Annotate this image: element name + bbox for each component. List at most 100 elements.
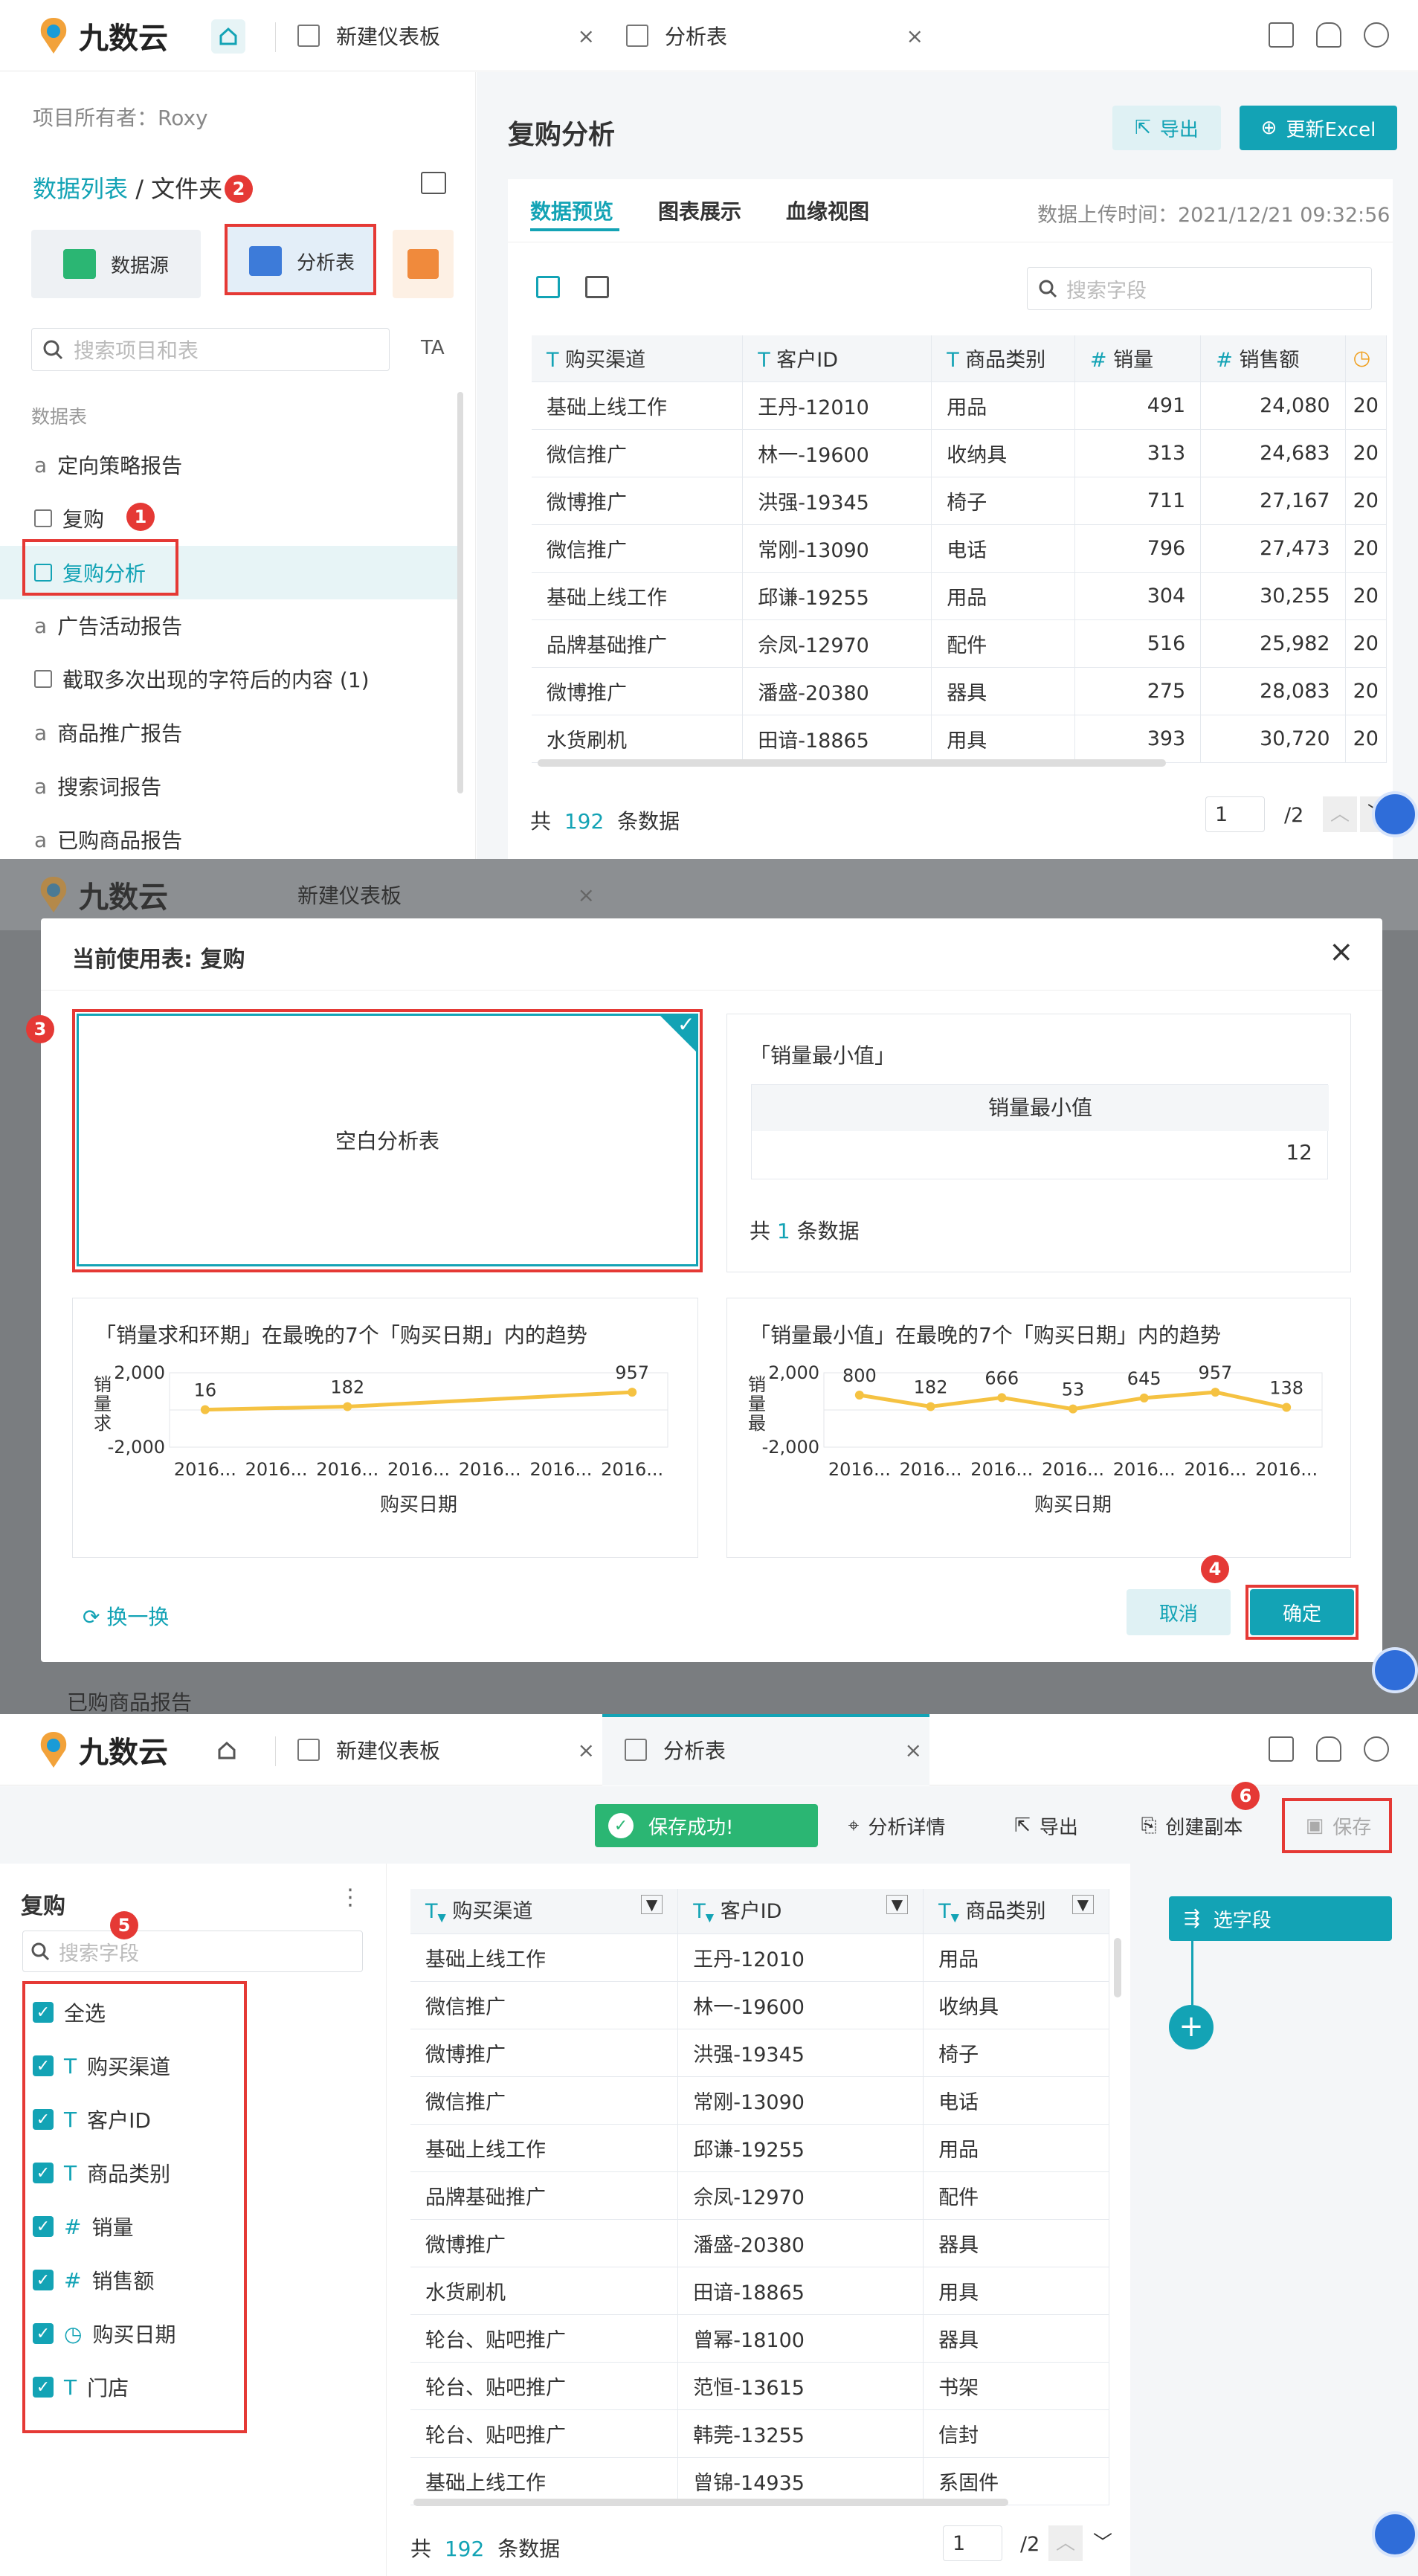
col-header[interactable]: T 客户ID	[742, 335, 932, 382]
close-icon[interactable]: ×	[905, 1738, 922, 1762]
tab-analysis-active[interactable]: 分析表 ×	[625, 1714, 922, 1786]
layout-toggle-icon[interactable]	[421, 172, 446, 194]
table-view-icon[interactable]	[536, 276, 560, 298]
col-header[interactable]: T 购买渠道	[532, 335, 744, 382]
clipboard-icon[interactable]	[1269, 1736, 1294, 1762]
field-checkbox[interactable]: ✓ T 门店	[33, 2372, 129, 2402]
table-row[interactable]: 微博推广 洪强-19345 椅子 711 27,167 20	[532, 477, 1388, 525]
brand-logo[interactable]: 九数云	[37, 1727, 168, 1772]
table-row[interactable]: 基础上线工作 邱谦-19255 用品	[410, 2124, 1109, 2172]
list-item[interactable]: a 商品推广报告	[34, 718, 182, 747]
bell-icon[interactable]	[1316, 22, 1341, 48]
checkbox-icon[interactable]: ✓	[33, 2109, 54, 2130]
export-button[interactable]: ⇱ 导出	[1005, 1804, 1087, 1847]
home-icon[interactable]	[210, 1733, 244, 1768]
table-row[interactable]: 水货刷机 田谙-18865 用具	[410, 2267, 1109, 2315]
checkbox-icon[interactable]: ✓	[33, 2002, 54, 2023]
list-item[interactable]: a 搜索词报告	[34, 771, 161, 801]
analysis-detail-button[interactable]: ⌖ 分析详情	[836, 1804, 958, 1847]
field-search-input[interactable]: 搜索字段	[22, 1931, 363, 1972]
table-row[interactable]: 微博推广 洪强-19345 椅子	[410, 2029, 1109, 2077]
checkbox-icon[interactable]: ✓	[33, 2323, 54, 2344]
add-more-button[interactable]	[393, 230, 454, 298]
cancel-button[interactable]: 取消	[1127, 1589, 1231, 1635]
col-header[interactable]: # 销售额	[1200, 335, 1346, 382]
template-card-trend-sum[interactable]: 「销量求和环期」在最晚的7个「购买日期」内的趋势 2,000 -2,000 销量求 2…	[72, 1298, 698, 1558]
table-row[interactable]: 品牌基础推广 佘凤-12970 配件	[410, 2171, 1109, 2220]
brand-logo[interactable]: 九数云	[37, 13, 168, 58]
breadcrumb-data-list[interactable]: 数据列表	[33, 175, 128, 203]
checkbox-icon[interactable]: ✓	[33, 2270, 54, 2290]
field-checkbox[interactable]: ✓ # 销量	[33, 2212, 133, 2241]
col-header[interactable]: T 商品类别	[931, 335, 1075, 382]
select-fields-step[interactable]: ⇶ 选字段	[1169, 1896, 1392, 1941]
field-search-input[interactable]: 搜索字段	[1027, 267, 1372, 310]
add-step-button[interactable]: +	[1169, 2005, 1214, 2049]
table-row[interactable]: 微信推广 常刚-13090 电话 796 27,473 20	[532, 524, 1388, 573]
list-item[interactable]: 截取多次出现的字符后的内容 (1)	[34, 664, 370, 694]
close-icon[interactable]: ×	[1329, 935, 1354, 969]
field-checkbox[interactable]: ✓ T 商品类别	[33, 2158, 170, 2188]
tab-dashboard[interactable]: 新建仪表板 ×	[297, 0, 595, 71]
checkbox-icon[interactable]: ✓	[33, 2163, 54, 2183]
checkbox-icon[interactable]: ✓	[33, 2377, 54, 2398]
col-header[interactable]: T▾ 商品类别 ▼	[923, 1889, 1109, 1934]
page-input[interactable]: 1	[943, 2525, 1002, 2561]
help-chat-icon[interactable]	[1372, 1647, 1418, 1693]
table-row[interactable]: 品牌基础推广 佘凤-12970 配件 516 25,982 20	[532, 619, 1388, 668]
close-icon[interactable]: ×	[578, 24, 595, 48]
layout-icon[interactable]	[585, 276, 609, 298]
table-row[interactable]: 微信推广 林一-19600 收纳具 313 24,683 20	[532, 429, 1388, 477]
table-row[interactable]: 微博推广 潘盛-20380 器具 275 28,083 20	[532, 667, 1388, 715]
update-excel-button[interactable]: ⊕ 更新Excel	[1240, 106, 1397, 150]
table-row[interactable]: 基础上线工作 曾锦-14935 系固件	[410, 2457, 1109, 2505]
user-icon[interactable]	[1364, 22, 1389, 48]
list-item[interactable]: 复购	[34, 503, 104, 533]
tab-lineage[interactable]: 血缘视图	[786, 196, 869, 225]
h-scrollbar[interactable]	[538, 759, 1166, 767]
table-row[interactable]: 轮台、贴吧推广 韩莞-13255 信封	[410, 2409, 1109, 2458]
list-item[interactable]: a 广告活动报告	[34, 611, 182, 640]
field-checkbox[interactable]: ✓ ◷ 购买日期	[33, 2319, 175, 2348]
tab-analysis[interactable]: 分析表 ×	[626, 0, 924, 71]
template-card-trend-min[interactable]: 「销量最小值」在最晚的7个「购买日期」内的趋势 2,000 -2,000 销量最 20…	[726, 1298, 1351, 1558]
page-input[interactable]: 1	[1205, 796, 1265, 832]
clipboard-icon[interactable]	[1269, 22, 1294, 48]
table-row[interactable]: 基础上线工作 王丹-12010 用品 491 24,080 20	[532, 381, 1388, 430]
checkbox-icon[interactable]: ✓	[33, 2216, 54, 2237]
table-row[interactable]: 轮台、贴吧推广 范恒-13615 书架	[410, 2362, 1109, 2410]
col-header[interactable]: T▾ 客户ID ▼	[677, 1889, 924, 1934]
col-header[interactable]: T▾ 购买渠道 ▼	[410, 1889, 679, 1934]
home-icon[interactable]	[211, 19, 245, 54]
scrollbar[interactable]	[457, 392, 463, 793]
more-icon[interactable]: ⋮	[339, 1884, 361, 1910]
help-chat-icon[interactable]	[1372, 2511, 1418, 2557]
search-input[interactable]: 搜索项目和表	[31, 328, 390, 371]
table-row[interactable]: 微信推广 常刚-13090 电话	[410, 2076, 1109, 2125]
swap-button[interactable]: ⟳ 换一换	[83, 1601, 169, 1631]
sort-icon[interactable]: TA	[421, 337, 445, 359]
page-down-button[interactable]: ﹀	[1086, 2525, 1120, 2561]
tab-chart[interactable]: 图表展示	[658, 196, 741, 225]
table-row[interactable]: 微信推广 林一-19600 收纳具	[410, 1981, 1109, 2029]
field-checkbox[interactable]: ✓ # 销售额	[33, 2265, 154, 2295]
create-copy-button[interactable]: ⎘ 创建副本	[1130, 1804, 1254, 1847]
h-scrollbar[interactable]	[413, 2499, 1008, 2506]
datasource-button[interactable]: 数据源	[31, 230, 201, 298]
table-row[interactable]: 基础上线工作 王丹-12010 用品	[410, 1933, 1109, 1982]
field-checkbox[interactable]: ✓ T 购买渠道	[33, 2051, 170, 2081]
col-header[interactable]: ◷	[1345, 335, 1388, 382]
template-card-min[interactable]: 「销量最小值」 销量最小值 12 共 1 条数据	[726, 1014, 1351, 1272]
table-row[interactable]: 基础上线工作 邱谦-19255 用品 304 30,255 20	[532, 572, 1388, 620]
v-scrollbar[interactable]	[1114, 1938, 1121, 1997]
table-row[interactable]: 微博推广 潘盛-20380 器具	[410, 2219, 1109, 2267]
checkbox-icon[interactable]: ✓	[33, 2055, 54, 2076]
list-item[interactable]: a 已购商品报告	[34, 825, 182, 854]
table-row[interactable]: 轮台、贴吧推广 曾幂-18100 器具	[410, 2314, 1109, 2363]
table-row[interactable]: 水货刷机 田谙-18865 用具 393 30,720 20	[532, 715, 1388, 763]
close-icon[interactable]: ×	[906, 24, 924, 48]
col-header[interactable]: # 销量	[1074, 335, 1202, 382]
export-button[interactable]: ⇱ 导出	[1112, 106, 1221, 150]
page-up-button[interactable]: ︿	[1048, 2525, 1083, 2561]
close-icon[interactable]: ×	[578, 1738, 595, 1762]
